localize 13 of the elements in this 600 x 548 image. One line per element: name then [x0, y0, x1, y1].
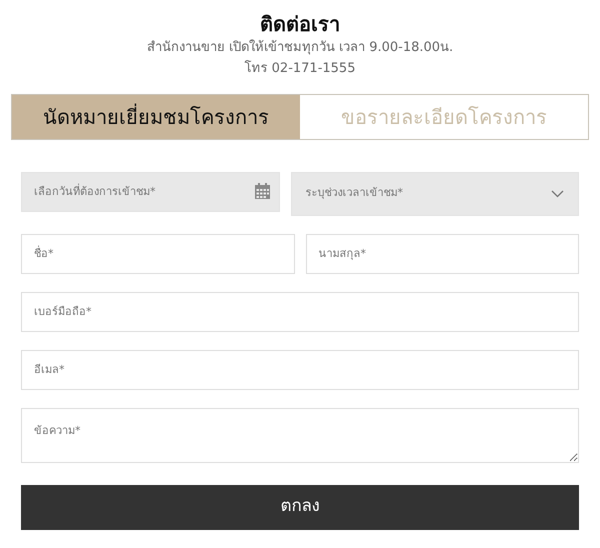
page-title: ติดต่อเรา	[259, 12, 341, 36]
tab[interactable]: นัดหมายเยี่ยมชมโครงการ	[12, 94, 300, 139]
chevron-down-icon	[551, 190, 564, 198]
office-hours-text: สำนักงานขาย เปิดให้เข้าชมทุกวัน เวลา 9.00-18.00น.	[146, 38, 454, 57]
time-select[interactable]: ระบุช่วงเวลาเข้าชม*	[290, 172, 579, 216]
submit-button[interactable]: ตกลง	[21, 484, 579, 530]
input-field[interactable]: อีเมล*	[21, 350, 579, 390]
input-field[interactable]: ชื่อ*	[21, 234, 294, 274]
date-field[interactable]: เลือกวันที่ต้องการเข้าชม*	[21, 172, 280, 212]
message-field[interactable]: ข้อความ*	[21, 408, 579, 463]
input-field[interactable]: นามสกุล*	[306, 234, 579, 274]
phone-text: โทร 02-171-1555	[244, 59, 356, 78]
input-field[interactable]: เบอร์มือถือ*	[21, 292, 579, 332]
